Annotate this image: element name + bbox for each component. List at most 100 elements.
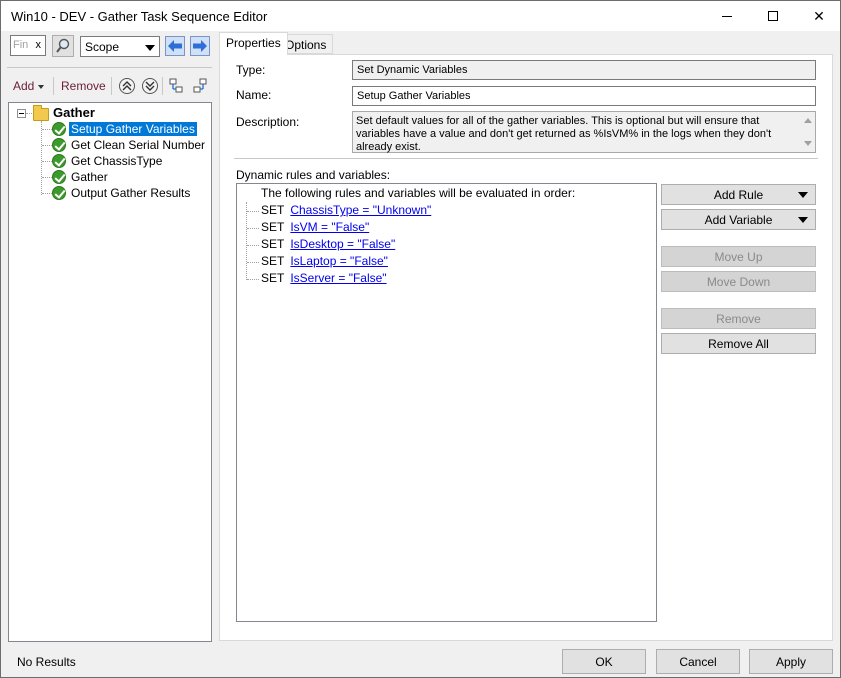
rule-expression-link[interactable]: IsDesktop = "False" [290, 237, 395, 251]
folder-icon [33, 105, 49, 121]
description-label: Description: [236, 115, 300, 129]
success-check-icon [52, 154, 66, 168]
arrow-left-icon [168, 40, 182, 52]
tree-item-label: Output Gather Results [71, 186, 191, 200]
tree-connector [41, 121, 42, 195]
tree-connector [247, 262, 259, 263]
tree-connector [42, 193, 52, 194]
rule-keyword: SET [261, 203, 285, 217]
toolbar-divider [7, 67, 212, 68]
remove-all-button[interactable]: Remove All [661, 333, 816, 354]
tree-connector [247, 245, 259, 246]
scope-dropdown[interactable]: Scope [80, 36, 160, 57]
apply-button[interactable]: Apply [749, 649, 833, 674]
toolbar-separator [162, 77, 163, 95]
success-check-icon [52, 138, 66, 152]
add-rule-label: Add Rule [713, 187, 764, 202]
rules-heading: Dynamic rules and variables: [236, 168, 391, 182]
tree-connector [42, 177, 52, 178]
minimize-button[interactable] [704, 1, 750, 31]
tree-connector [26, 113, 32, 114]
find-input[interactable]: Fin x [10, 35, 46, 56]
add-rule-button[interactable]: Add Rule [661, 184, 816, 205]
chevron-down-icon [145, 45, 155, 51]
tree-item-label: Get Clean Serial Number [71, 138, 206, 152]
expand-all-icon[interactable] [168, 77, 186, 95]
tree-connector [246, 202, 247, 280]
type-value: Set Dynamic Variables [357, 64, 468, 76]
scope-value: Scope [85, 40, 120, 54]
task-sequence-tree[interactable]: Gather Setup Gather Variables Get Clean … [8, 102, 212, 642]
rule-item[interactable]: SET IsLaptop = "False" [261, 254, 388, 268]
rule-expression-link[interactable]: IsVM = "False" [290, 220, 369, 234]
search-icon [56, 38, 70, 53]
move-down-button[interactable]: Move Down [661, 271, 816, 292]
find-clear-icon[interactable]: x [36, 39, 42, 51]
success-check-icon [52, 186, 66, 200]
tree-connector [42, 129, 52, 130]
window-title: Win10 - DEV - Gather Task Sequence Edito… [11, 9, 268, 24]
chevron-down-icon [798, 217, 808, 223]
rule-item[interactable]: SET IsServer = "False" [261, 271, 387, 285]
add-label: Add [13, 79, 35, 93]
rules-intro: The following rules and variables will b… [261, 186, 576, 200]
next-result-button[interactable] [190, 36, 210, 56]
add-variable-button[interactable]: Add Variable [661, 209, 816, 230]
tree-item-label: Get ChassisType [71, 154, 163, 168]
rules-list[interactable]: The following rules and variables will b… [236, 183, 657, 622]
add-variable-label: Add Variable [704, 212, 773, 227]
previous-result-button[interactable] [165, 36, 185, 56]
rule-expression-link[interactable]: IsServer = "False" [290, 271, 386, 285]
success-check-icon [52, 170, 66, 184]
rule-item[interactable]: SET IsDesktop = "False" [261, 237, 395, 251]
tree-item-label: Setup Gather Variables [69, 122, 197, 136]
rule-keyword: SET [261, 271, 285, 285]
add-menu-button[interactable]: Add [13, 79, 45, 93]
rule-item[interactable]: SET ChassisType = "Unknown" [261, 203, 431, 217]
find-placeholder: Fin [13, 39, 29, 51]
rule-keyword: SET [261, 220, 285, 234]
move-up-icon[interactable] [118, 77, 136, 95]
maximize-button[interactable] [750, 1, 796, 31]
type-field: Set Dynamic Variables [352, 60, 816, 80]
remove-rule-button[interactable]: Remove [661, 308, 816, 329]
rule-keyword: SET [261, 254, 285, 268]
tree-item-label: Gather [71, 170, 108, 184]
scroll-up-icon[interactable] [804, 118, 812, 123]
tree-connector [247, 279, 259, 280]
section-divider [234, 158, 818, 159]
name-value: Setup Gather Variables [357, 90, 471, 102]
description-field[interactable]: Set default values for all of the gather… [352, 111, 816, 153]
move-up-button[interactable]: Move Up [661, 246, 816, 267]
rule-item[interactable]: SET IsVM = "False" [261, 220, 369, 234]
close-icon: ✕ [813, 7, 825, 24]
description-value: Set default values for all of the gather… [356, 115, 772, 153]
collapse-toggle[interactable] [17, 109, 26, 118]
name-field[interactable]: Setup Gather Variables [352, 86, 816, 106]
rule-expression-link[interactable]: IsLaptop = "False" [290, 254, 388, 268]
tree-root-label: Gather [53, 105, 95, 120]
minimize-icon [722, 15, 732, 17]
close-button[interactable]: ✕ [796, 1, 841, 31]
rule-keyword: SET [261, 237, 285, 251]
chevron-down-icon [798, 192, 808, 198]
search-button[interactable] [52, 35, 74, 57]
tree-connector [42, 161, 52, 162]
tree-connector [42, 145, 52, 146]
tree-connector [247, 228, 259, 229]
status-text: No Results [17, 655, 76, 669]
remove-button[interactable]: Remove [61, 79, 106, 93]
move-down-icon[interactable] [141, 77, 159, 95]
tab-properties[interactable]: Properties [219, 32, 288, 55]
maximize-icon [768, 11, 778, 21]
arrow-right-icon [193, 40, 207, 52]
collapse-all-icon[interactable] [192, 77, 210, 95]
cancel-button[interactable]: Cancel [656, 649, 740, 674]
chevron-down-icon [38, 84, 45, 89]
tree-connector [247, 211, 259, 212]
ok-button[interactable]: OK [562, 649, 646, 674]
title-bar: Win10 - DEV - Gather Task Sequence Edito… [1, 1, 840, 31]
toolbar-separator [53, 77, 54, 95]
scroll-down-icon[interactable] [804, 141, 812, 146]
rule-expression-link[interactable]: ChassisType = "Unknown" [290, 203, 431, 217]
